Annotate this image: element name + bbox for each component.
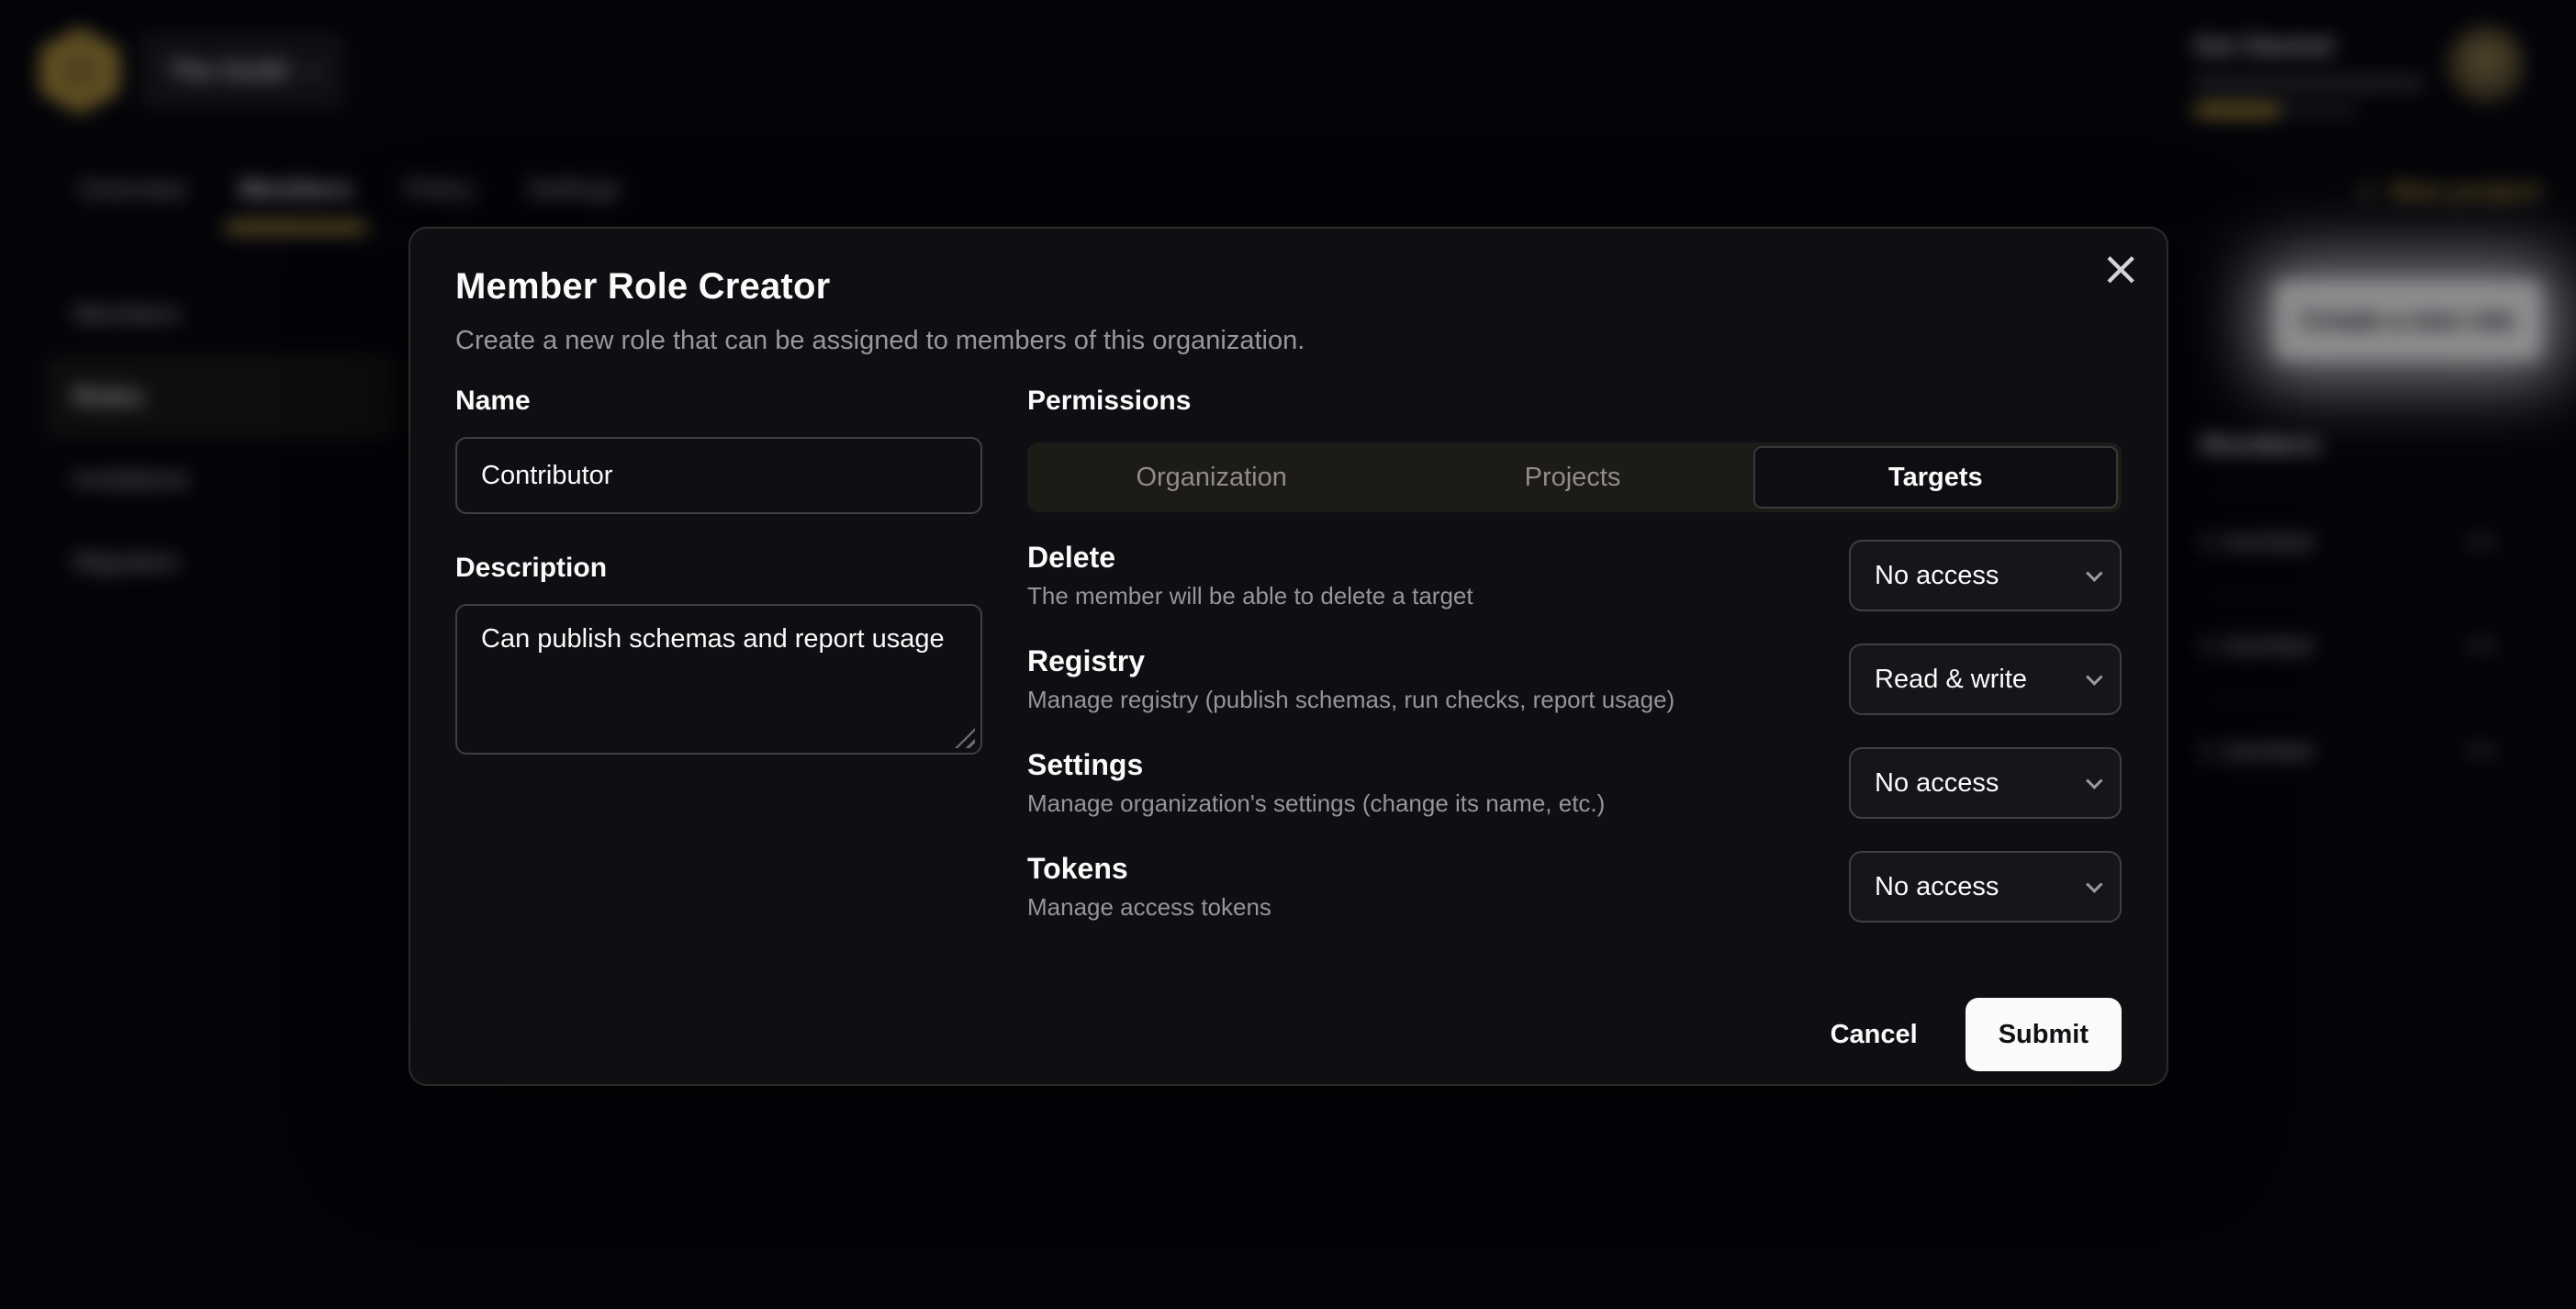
permission-row-registry: Registry Manage registry (publish schema… — [1027, 643, 2122, 715]
select-value: No access — [1875, 872, 1999, 902]
settings-access-select[interactable]: No access — [1849, 747, 2122, 819]
dialog-subtitle: Create a new role that can be assigned t… — [455, 326, 2122, 356]
permission-text: Delete The member will be able to delete… — [1027, 541, 1473, 610]
registry-access-select[interactable]: Read & write — [1849, 643, 2122, 715]
form-left-column: Name Description Can publish schemas and… — [455, 386, 982, 955]
perm-tab-organization[interactable]: Organization — [1031, 446, 1392, 509]
delete-access-select[interactable]: No access — [1849, 540, 2122, 611]
select-value: No access — [1875, 768, 1999, 799]
permissions-label: Permissions — [1027, 386, 2122, 419]
permission-title: Tokens — [1027, 852, 1271, 886]
form-right-column: Permissions Organization Projects Target… — [1027, 386, 2122, 955]
permission-description: Manage registry (publish schemas, run ch… — [1027, 686, 1674, 714]
close-icon[interactable]: × — [2100, 245, 2141, 293]
permission-rows: Delete The member will be able to delete… — [1027, 540, 2122, 923]
name-label: Name — [455, 386, 982, 419]
permission-title: Registry — [1027, 644, 1674, 678]
cancel-button[interactable]: Cancel — [1798, 998, 1951, 1071]
tokens-access-select[interactable]: No access — [1849, 851, 2122, 923]
chevron-down-icon — [2086, 668, 2102, 685]
role-form: Name Description Can publish schemas and… — [455, 386, 2122, 955]
select-value: Read & write — [1875, 665, 2027, 695]
permission-description: Manage organization's settings (change i… — [1027, 789, 1605, 818]
permission-description: Manage access tokens — [1027, 893, 1271, 922]
permission-title: Settings — [1027, 748, 1605, 782]
description-field-wrap: Can publish schemas and report usage — [455, 604, 982, 759]
dialog-footer: Cancel Submit — [455, 998, 2122, 1071]
dialog-title: Member Role Creator — [455, 266, 2122, 308]
name-input[interactable] — [455, 437, 982, 514]
chevron-down-icon — [2086, 772, 2102, 789]
submit-button[interactable]: Submit — [1966, 998, 2122, 1071]
chevron-down-icon — [2086, 876, 2102, 892]
permission-text: Registry Manage registry (publish schema… — [1027, 644, 1674, 714]
perm-tab-projects[interactable]: Projects — [1392, 446, 1753, 509]
perm-tab-targets[interactable]: Targets — [1753, 446, 2118, 509]
permission-row-tokens: Tokens Manage access tokens No access — [1027, 851, 2122, 923]
member-role-creator-dialog: × Member Role Creator Create a new role … — [409, 227, 2168, 1086]
chevron-down-icon — [2086, 565, 2102, 581]
app-root: The Guild Get Started Overview Members P… — [0, 0, 2576, 1309]
permission-title: Delete — [1027, 541, 1473, 575]
permission-text: Settings Manage organization's settings … — [1027, 748, 1605, 818]
description-label: Description — [455, 553, 982, 586]
description-textarea[interactable]: Can publish schemas and report usage — [455, 604, 982, 755]
select-value: No access — [1875, 561, 1999, 591]
permissions-tabbar: Organization Projects Targets — [1027, 442, 2122, 512]
permission-row-delete: Delete The member will be able to delete… — [1027, 540, 2122, 611]
permission-row-settings: Settings Manage organization's settings … — [1027, 747, 2122, 819]
permission-text: Tokens Manage access tokens — [1027, 852, 1271, 922]
permission-description: The member will be able to delete a targ… — [1027, 582, 1473, 610]
